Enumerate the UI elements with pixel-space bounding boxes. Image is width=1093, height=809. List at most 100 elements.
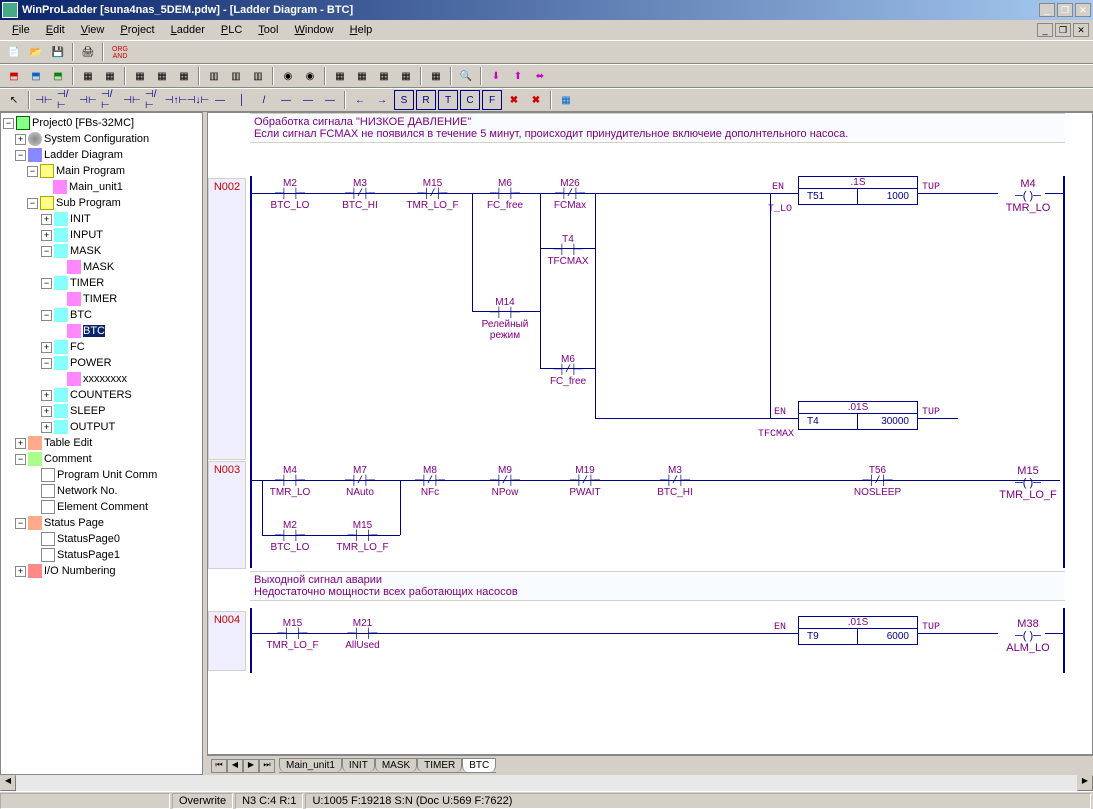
coil-m4[interactable]: M4─( )─TMR_LO [998, 178, 1058, 214]
tree-output[interactable]: +OUTPUT [3, 419, 200, 435]
doc-close-button[interactable]: ✕ [1073, 23, 1089, 37]
tree-btc[interactable]: −BTC [3, 307, 200, 323]
tree-sleep[interactable]: +SLEEP [3, 403, 200, 419]
tab-btc[interactable]: BTC [462, 758, 496, 772]
doc-minimize-button[interactable]: _ [1037, 23, 1053, 37]
tool-btn-4[interactable]: ▦ [78, 66, 98, 86]
contact-3-button[interactable]: ⊣⊢ [78, 90, 98, 110]
close-button[interactable]: ✕ [1075, 3, 1091, 17]
org-and-button[interactable]: ORG AND [108, 42, 132, 62]
contact-no-button[interactable]: ⊣⊢ [34, 90, 54, 110]
contact-4-button[interactable]: ⊣/⊢ [100, 90, 120, 110]
contact-m3-r3[interactable]: M3─┤/├─BTC_HI [650, 465, 700, 498]
tree-power-child[interactable]: xxxxxxxx [3, 371, 200, 387]
tree-netno[interactable]: Network No. [3, 483, 200, 499]
rung-n004[interactable]: M15─┤ ├─TMR_LO_F M21─┤ ├─AllUsed EN .01S… [250, 608, 1065, 673]
tool-btn-20[interactable]: ⬆ [508, 66, 528, 86]
tree-puc[interactable]: Program Unit Comm [3, 467, 200, 483]
tool-btn-10[interactable]: ▥ [226, 66, 246, 86]
contact-m6b[interactable]: M6─┤/├─FC_free [543, 354, 593, 387]
tree-tableedit[interactable]: +Table Edit [3, 435, 200, 451]
contact-6-button[interactable]: ⊣/⊢ [144, 90, 164, 110]
tab-prev-button[interactable]: ◀ [227, 759, 243, 773]
contact-5-button[interactable]: ⊣⊢ [122, 90, 142, 110]
tree-power[interactable]: −POWER [3, 355, 200, 371]
contact-m6[interactable]: M6─┤ ├─FC_free [480, 178, 530, 211]
tool-btn-21[interactable]: ⬌ [530, 66, 550, 86]
tab-first-button[interactable]: ⏮ [211, 759, 227, 773]
contact-m4-r3[interactable]: M4─┤ ├─TMR_LO [265, 465, 315, 498]
tree-sysconf[interactable]: +System Configuration [3, 131, 200, 147]
save-button[interactable]: 💾 [48, 42, 68, 62]
tree-mask-child[interactable]: MASK [3, 259, 200, 275]
project-tree-panel[interactable]: −Project0 [FBs-32MC] +System Configurati… [0, 112, 203, 775]
tree-input[interactable]: +INPUT [3, 227, 200, 243]
ext-button[interactable]: ▦ [556, 90, 576, 110]
pointer-button[interactable]: ↖ [4, 90, 24, 110]
tree-sp0[interactable]: StatusPage0 [3, 531, 200, 547]
contact-m3[interactable]: M3─┤/├─BTC_HI [335, 178, 385, 211]
tree-mainunit[interactable]: Main_unit1 [3, 179, 200, 195]
tree-mask[interactable]: −MASK [3, 243, 200, 259]
tree-init[interactable]: +INIT [3, 211, 200, 227]
menu-plc[interactable]: PLC [213, 22, 250, 38]
tool-btn-17[interactable]: ▦ [396, 66, 416, 86]
r-coil-button[interactable]: R [416, 90, 436, 110]
hwire-button[interactable]: — [210, 90, 230, 110]
contact-m9[interactable]: M9─┤/├─NPow [480, 465, 530, 498]
c-coil-button[interactable]: C [460, 90, 480, 110]
tab-mainunit1[interactable]: Main_unit1 [279, 758, 342, 772]
tool-btn-11[interactable]: ▥ [248, 66, 268, 86]
contact-m26[interactable]: M26─┤/├─FCMax [545, 178, 595, 211]
timer-t51-box[interactable]: .1S T511000 [798, 176, 918, 205]
menu-project[interactable]: Project [112, 22, 162, 38]
tool-btn-7[interactable]: ▦ [152, 66, 172, 86]
elem-h-button[interactable]: — [320, 90, 340, 110]
tree-timer-child[interactable]: TIMER [3, 291, 200, 307]
coil-m15[interactable]: M15─( )─TMR_LO_F [998, 465, 1058, 501]
menu-tool[interactable]: Tool [250, 22, 286, 38]
coil-button[interactable]: ← [350, 90, 370, 110]
maximize-button[interactable]: ❐ [1057, 3, 1073, 17]
contact-m19[interactable]: M19─┤/├─PWAIT [560, 465, 610, 498]
contact-m2-r3[interactable]: M2─┤ ├─BTC_LO [265, 520, 315, 553]
menu-view[interactable]: View [73, 22, 113, 38]
minimize-button[interactable]: _ [1039, 3, 1055, 17]
tool-btn-15[interactable]: ▦ [352, 66, 372, 86]
menu-ladder[interactable]: Ladder [163, 22, 213, 38]
tree-project[interactable]: −Project0 [FBs-32MC] [3, 115, 200, 131]
tool-btn-2[interactable]: ⬒ [26, 66, 46, 86]
delete-row-button[interactable]: ✖ [526, 90, 546, 110]
timer-t4-box[interactable]: .01S T430000 [798, 401, 918, 430]
menu-edit[interactable]: Edit [38, 22, 73, 38]
find-button[interactable]: 🔍 [456, 66, 476, 86]
elem-p-button[interactable]: — [276, 90, 296, 110]
tool-btn-13[interactable]: ◉ [300, 66, 320, 86]
ladder-diagram[interactable]: Обработка сигнала "НИЗКОЕ ДАВЛЕНИЕ" Если… [207, 112, 1093, 755]
elem-n-button[interactable]: — [298, 90, 318, 110]
s-coil-button[interactable]: S [394, 90, 414, 110]
tree-subprog[interactable]: −Sub Program [3, 195, 200, 211]
contact-8-button[interactable]: ⊣↓⊢ [188, 90, 208, 110]
tree-sp1[interactable]: StatusPage1 [3, 547, 200, 563]
tool-btn-1[interactable]: ⬒ [4, 66, 24, 86]
tab-init[interactable]: INIT [342, 758, 375, 772]
contact-t4[interactable]: T4─┤ ├─TFCMAX [543, 234, 593, 267]
vwire-button[interactable]: │ [232, 90, 252, 110]
contact-nc-button[interactable]: ⊣/⊢ [56, 90, 76, 110]
tool-btn-12[interactable]: ◉ [278, 66, 298, 86]
rung-n003[interactable]: M4─┤ ├─TMR_LO M7─┤/├─NAuto M8─┤/├─NFc M9… [250, 458, 1065, 568]
tool-btn-16[interactable]: ▦ [374, 66, 394, 86]
tree-comment[interactable]: −Comment [3, 451, 200, 467]
tool-btn-19[interactable]: ⬇ [486, 66, 506, 86]
tab-timer[interactable]: TIMER [417, 758, 462, 772]
tool-btn-8[interactable]: ▦ [174, 66, 194, 86]
contact-m21[interactable]: M21─┤ ├─AllUsed [335, 618, 390, 651]
tree-btc-child[interactable]: BTC [3, 323, 200, 339]
tab-last-button[interactable]: ⏭ [259, 759, 275, 773]
tool-btn-9[interactable]: ▥ [204, 66, 224, 86]
delete-button[interactable]: ✖ [504, 90, 524, 110]
menu-help[interactable]: Help [342, 22, 381, 38]
contact-m8[interactable]: M8─┤/├─NFc [405, 465, 455, 498]
bottom-scrollbar[interactable]: ◀ ▶ [0, 775, 1093, 791]
